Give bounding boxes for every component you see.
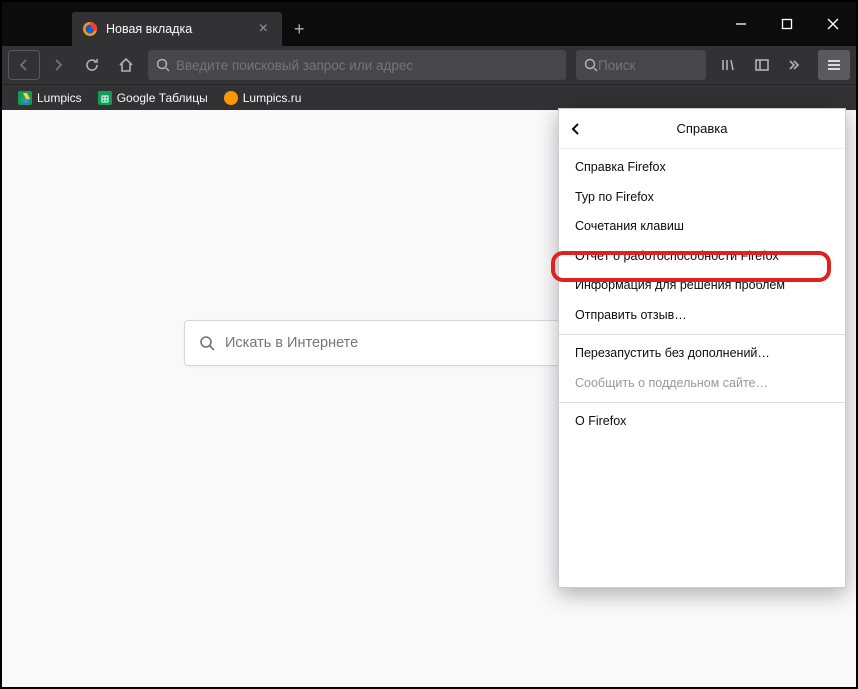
minimize-button[interactable] (718, 2, 764, 46)
search-icon (156, 58, 170, 72)
help-menu-panel: Справка Справка Firefox Тур по Firefox С… (558, 108, 846, 588)
help-item-report-site: Сообщить о поддельном сайте… (559, 369, 845, 399)
new-tab-button[interactable]: + (282, 12, 317, 46)
help-menu-title: Справка (677, 121, 728, 136)
reload-button[interactable] (76, 50, 108, 80)
overflow-button[interactable] (780, 50, 812, 80)
firefox-icon (82, 21, 98, 37)
bookmark-item[interactable]: Lumpics (12, 89, 88, 107)
library-button[interactable] (712, 50, 744, 80)
help-item-about[interactable]: О Firefox (559, 407, 845, 437)
menu-back-button[interactable] (569, 122, 583, 136)
help-item-restart-no-addons[interactable]: Перезапустить без дополнений… (559, 339, 845, 369)
lumpics-icon (224, 91, 238, 105)
home-button[interactable] (110, 50, 142, 80)
menu-divider (559, 402, 845, 403)
sidebar-button[interactable] (746, 50, 778, 80)
close-window-button[interactable] (810, 2, 856, 46)
menu-button[interactable] (818, 50, 850, 80)
search-input[interactable] (598, 58, 698, 73)
drive-icon (18, 91, 32, 105)
bookmark-item[interactable]: Google Таблицы (92, 89, 214, 107)
tab-close-button[interactable]: × (255, 20, 272, 38)
nav-toolbar (2, 46, 856, 84)
help-item-tour[interactable]: Тур по Firefox (559, 183, 845, 213)
url-bar[interactable] (148, 50, 566, 80)
url-input[interactable] (176, 58, 558, 73)
maximize-button[interactable] (764, 2, 810, 46)
search-icon (199, 335, 215, 351)
sheets-icon (98, 91, 112, 105)
title-bar: Новая вкладка × + (2, 2, 856, 46)
search-icon (584, 58, 598, 72)
bookmark-item[interactable]: Lumpics.ru (218, 89, 308, 107)
search-bar[interactable] (576, 50, 706, 80)
help-item-shortcuts[interactable]: Сочетания клавиш (559, 212, 845, 242)
help-item-health-report[interactable]: Отчёт о работоспособности Firefox (559, 242, 845, 272)
tab-strip: Новая вкладка × + (2, 2, 317, 46)
bookmark-label: Lumpics.ru (243, 91, 302, 105)
help-menu-items: Справка Firefox Тур по Firefox Сочетания… (559, 149, 845, 441)
menu-divider (559, 334, 845, 335)
help-menu-header: Справка (559, 109, 845, 149)
forward-button[interactable] (42, 50, 74, 80)
bookmark-label: Google Таблицы (117, 91, 208, 105)
help-item-firefox-help[interactable]: Справка Firefox (559, 153, 845, 183)
bookmarks-toolbar: Lumpics Google Таблицы Lumpics.ru (2, 84, 856, 110)
browser-tab[interactable]: Новая вкладка × (72, 12, 282, 46)
tab-title: Новая вкладка (106, 22, 192, 36)
window-controls (718, 2, 856, 46)
help-item-feedback[interactable]: Отправить отзыв… (559, 301, 845, 331)
bookmark-label: Lumpics (37, 91, 82, 105)
back-button[interactable] (8, 50, 40, 80)
help-item-troubleshooting[interactable]: Информация для решения проблем (559, 271, 845, 301)
